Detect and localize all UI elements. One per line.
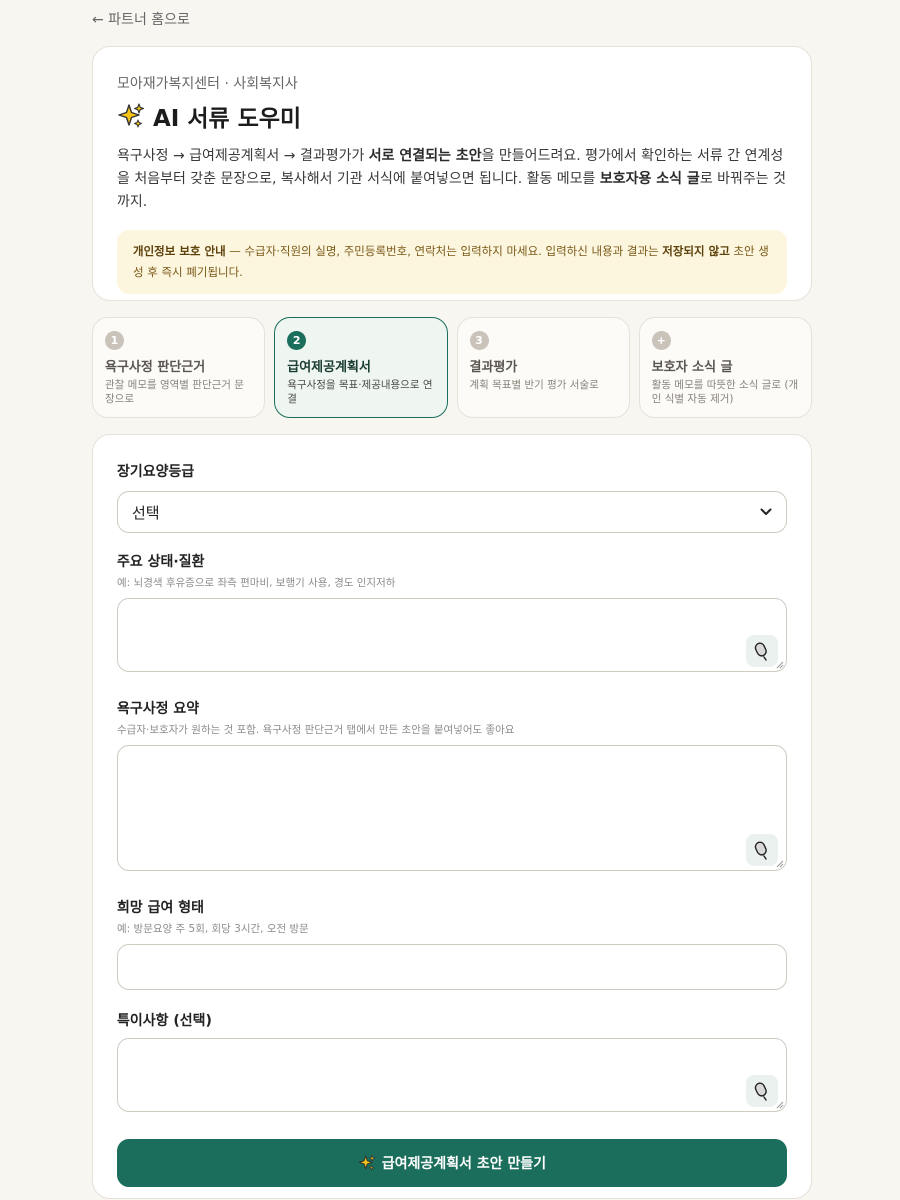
- tab-needs-assessment[interactable]: 1 욕구사정 판단근거 관찰 메모를 영역별 판단근거 문장으로: [92, 317, 266, 418]
- organization-label: 모아재가복지센터 · 사회복지사: [117, 76, 298, 92]
- generate-draft-button[interactable]: 급여제공계획서 초안 만들기: [117, 1139, 787, 1187]
- step-title: 욕구사정 판단근거: [105, 360, 206, 375]
- tab-service-plan[interactable]: 2 급여제공계획서 욕구사정을 목표·제공내용으로 연결: [274, 317, 448, 418]
- page-title: AI 서류 도우미: [117, 99, 787, 133]
- service-hint: 예: 방문요양 주 5회, 회당 3시간, 오전 방문: [117, 923, 309, 935]
- tab-guardian-news[interactable]: + 보호자 소식 글 활동 메모를 따뜻한 소식 글로 (개인 식별 자동 제거…: [638, 317, 812, 418]
- grade-label: 장기요양등급: [117, 464, 195, 480]
- microphone-icon: [754, 642, 767, 661]
- step-title: 보호자 소식 글: [651, 360, 733, 375]
- title-text: AI 서류 도우미: [153, 106, 302, 132]
- document-step-tabs: 1 욕구사정 판단근거 관찰 메모를 영역별 판단근거 문장으로 2 급여제공계…: [92, 317, 812, 418]
- service-plan-form: 장기요양등급 선택 주요 상태·질환 예: 뇌경색 후유증으로 좌측 편마비, …: [92, 434, 812, 1199]
- resize-handle-icon[interactable]: [776, 860, 784, 868]
- back-to-partner-home-link[interactable]: ← 파트너 홈으로: [92, 9, 190, 29]
- condition-textarea[interactable]: [117, 598, 787, 672]
- grade-select-value: 선택: [132, 503, 160, 522]
- microphone-button[interactable]: [746, 635, 778, 667]
- needs-textarea[interactable]: [117, 745, 787, 871]
- service-label: 희망 급여 형태: [117, 900, 205, 916]
- notes-label: 특이사항 (선택): [117, 1013, 212, 1029]
- grade-select[interactable]: 선택: [117, 491, 787, 533]
- privacy-notice: 개인정보 보호 안내 — 수급자·직원의 실명, 주민등록번호, 연락처는 입력…: [117, 230, 787, 294]
- step-number-badge: 1: [105, 331, 124, 350]
- step-subtitle: 활동 메모를 따뜻한 소식 글로 (개인 식별 자동 제거): [651, 379, 799, 405]
- step-number-badge: 3: [469, 331, 489, 350]
- needs-label: 욕구사정 요약: [117, 701, 200, 717]
- service-input[interactable]: [117, 944, 787, 990]
- resize-handle-icon[interactable]: [776, 661, 784, 669]
- sparkles-icon: [358, 1154, 376, 1171]
- microphone-button[interactable]: [746, 1075, 778, 1107]
- notes-textarea[interactable]: [117, 1038, 787, 1112]
- step-subtitle: 욕구사정을 목표·제공내용으로 연결: [287, 379, 433, 405]
- microphone-button[interactable]: [746, 834, 778, 866]
- step-subtitle: 계획 목표별 반기 평가 서술로: [469, 379, 599, 391]
- chevron-down-icon: [760, 508, 772, 515]
- step-title: 결과평가: [469, 360, 518, 375]
- tab-outcome-evaluation[interactable]: 3 결과평가 계획 목표별 반기 평가 서술로: [456, 317, 630, 418]
- microphone-icon: [754, 841, 767, 860]
- condition-hint: 예: 뇌경색 후유증으로 좌측 편마비, 보행기 사용, 경도 인지저하: [117, 577, 396, 589]
- intro-card: 모아재가복지센터 · 사회복지사 AI 서류 도우미 욕구사정 → 급여제공계획…: [92, 46, 812, 301]
- sparkles-icon: [118, 103, 145, 128]
- step-subtitle: 관찰 메모를 영역별 판단근거 문장으로: [105, 379, 244, 405]
- step-title: 급여제공계획서: [287, 360, 371, 375]
- needs-hint: 수급자·보호자가 원하는 것 포함. 욕구사정 판단근거 탭에서 만든 초안을 …: [117, 724, 515, 736]
- intro-description: 욕구사정 → 급여제공계획서 → 결과평가가 서로 연결되는 초안을 만들어드려…: [117, 148, 787, 210]
- plus-icon: +: [651, 331, 671, 350]
- generate-draft-label: 급여제공계획서 초안 만들기: [381, 1156, 547, 1172]
- condition-label: 주요 상태·질환: [117, 554, 205, 570]
- microphone-icon: [754, 1082, 767, 1101]
- step-number-badge: 2: [287, 331, 307, 350]
- resize-handle-icon[interactable]: [776, 1101, 784, 1109]
